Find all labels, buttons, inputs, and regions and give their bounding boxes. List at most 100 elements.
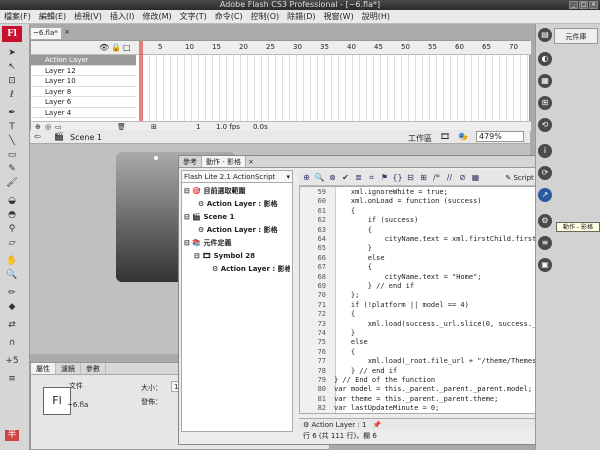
version-select[interactable]: Flash Lite 2.1 ActionScript ▾	[182, 171, 292, 183]
tab-parameters[interactable]: 參數	[81, 363, 106, 374]
color-icon[interactable]: ◐	[538, 52, 552, 66]
subselection-tool-icon[interactable]: ↖	[5, 62, 19, 73]
components-icon[interactable]: ⚙	[538, 214, 552, 228]
library-icon[interactable]: ▤	[538, 28, 552, 42]
align-icon[interactable]: ⊞	[538, 96, 552, 110]
frame-grid[interactable]	[136, 55, 529, 121]
menu-text[interactable]: 文字(T)	[176, 10, 211, 24]
edit-symbol-icon[interactable]: 🎭	[458, 132, 468, 141]
layer-row[interactable]: Layer 10	[31, 76, 136, 87]
pen-tool-icon[interactable]: ✒	[5, 108, 19, 119]
tree-item[interactable]: ⊟ 🎯 目前選取範圍	[182, 185, 290, 198]
menu-control[interactable]: 控制(O)	[247, 10, 284, 24]
tab-filters[interactable]: 濾鏡	[56, 363, 81, 374]
zoom-tool-icon[interactable]: 🔍	[5, 270, 19, 281]
history-icon[interactable]: ⟳	[538, 166, 552, 180]
minimize-button[interactable]: _	[569, 1, 578, 9]
swatches-icon[interactable]: ▦	[538, 74, 552, 88]
info-icon[interactable]: i	[538, 144, 552, 158]
script-tab[interactable]: Action Layer : 1	[312, 421, 367, 429]
document-tab[interactable]: ~6.fla*	[30, 27, 62, 39]
layer-row[interactable]: Layer 8	[31, 86, 136, 97]
close-button[interactable]: ×	[589, 1, 598, 9]
check-syntax-icon[interactable]: ✔	[340, 172, 351, 183]
pin-icon[interactable]: 📌	[373, 421, 382, 429]
tree-item[interactable]: ⊟ 🎬 Scene 1	[182, 211, 290, 224]
tab-reference[interactable]: 參考	[179, 156, 202, 167]
remove-comment-icon[interactable]: ⊘	[457, 172, 468, 183]
menu-help[interactable]: 說明(H)	[358, 10, 394, 24]
tree-item[interactable]: ⊟ 🎞 Symbol 28	[182, 250, 290, 263]
zoom-select[interactable]: 479%	[476, 131, 524, 142]
tab-properties[interactable]: 屬性	[31, 363, 56, 374]
smooth-icon[interactable]: +5	[5, 356, 19, 367]
edit-scene-icon[interactable]: 🎞	[440, 132, 450, 141]
menu-debug[interactable]: 除錯(D)	[283, 10, 319, 24]
close-tab-icon[interactable]: ×	[246, 156, 254, 167]
output-icon[interactable]: ▣	[538, 258, 552, 272]
code-hint-icon[interactable]: ⌗	[366, 172, 377, 183]
snap-to-objects-icon[interactable]: ∩	[5, 338, 19, 349]
maximize-button[interactable]: □	[579, 1, 588, 9]
selection-tool-icon[interactable]: ➤	[5, 48, 19, 59]
right-dock: 元件庫 ▤ ◐ ▦ ⊞ ⟲ i ⟳ ↗ ⚙ ≡ ▣	[535, 24, 600, 450]
brush-tool-icon[interactable]: 🖌	[5, 178, 19, 189]
behaviors-icon[interactable]: ≡	[538, 236, 552, 250]
layer-row[interactable]: Layer 6	[31, 97, 136, 108]
text-tool-icon[interactable]: T	[5, 122, 19, 133]
lasso-tool-icon[interactable]: ℓ	[5, 90, 19, 101]
apply-line-comment-icon[interactable]: //	[444, 172, 455, 183]
script-navigator: Flash Lite 2.1 ActionScript ▾ ⊟ 🎯 目前選取範圍 …	[181, 170, 293, 432]
show-hide-toolbox-icon[interactable]: ▦	[470, 172, 481, 183]
layer-row[interactable]: Layer 4	[31, 107, 136, 118]
outline-icon[interactable]: □	[123, 43, 131, 52]
layer-row[interactable]: Layer 12	[31, 65, 136, 76]
workspace-menu[interactable]: 工作區	[408, 133, 432, 144]
paint-bucket-tool-icon[interactable]: ◓	[5, 210, 19, 221]
tree-item[interactable]: ⊟ 📚 元件定義	[182, 237, 290, 250]
free-transform-tool-icon[interactable]: ⊡	[5, 76, 19, 87]
library-panel-button[interactable]: 元件庫	[554, 28, 598, 44]
menu-window[interactable]: 視窗(W)	[320, 10, 358, 24]
collapse-between-braces-icon[interactable]: {}	[392, 172, 403, 183]
input-method-icon[interactable]: 半	[5, 430, 19, 441]
chevron-down-icon: ▾	[286, 173, 290, 181]
actions-icon[interactable]: ↗	[538, 188, 552, 202]
eyedropper-tool-icon[interactable]: ⚲	[5, 224, 19, 235]
expand-all-icon[interactable]: ⊞	[418, 172, 429, 183]
eye-icon[interactable]: 👁	[99, 43, 109, 52]
line-tool-icon[interactable]: ╲	[5, 136, 19, 147]
apply-block-comment-icon[interactable]: /*	[431, 172, 442, 183]
add-statement-icon[interactable]: ⊕	[301, 172, 312, 183]
auto-format-icon[interactable]: ≣	[353, 172, 364, 183]
tree-item[interactable]: ⚙ Action Layer : 影格	[182, 198, 290, 211]
pencil-tool-icon[interactable]: ✎	[5, 164, 19, 175]
fill-color-icon[interactable]: ◆	[5, 302, 19, 313]
tree-item[interactable]: ⚙ Action Layer : 影格	[182, 224, 290, 237]
collapse-selection-icon[interactable]: ⊟	[405, 172, 416, 183]
tree-item[interactable]: ⚙ Action Layer : 影格	[182, 263, 290, 276]
tab-actions-frame[interactable]: 動作 - 影格	[202, 156, 246, 167]
menu-file[interactable]: 檔案(F)	[0, 10, 35, 24]
eraser-tool-icon[interactable]: ▱	[5, 238, 19, 249]
rectangle-tool-icon[interactable]: ▭	[5, 150, 19, 161]
lock-icon[interactable]: 🔒	[111, 43, 121, 52]
close-document-icon[interactable]: ×	[64, 28, 74, 38]
transform-icon[interactable]: ⟲	[538, 118, 552, 132]
menu-edit[interactable]: 編輯(E)	[35, 10, 70, 24]
playhead[interactable]	[139, 41, 143, 121]
layer-row[interactable]: Action Layer	[31, 55, 136, 66]
stroke-color-icon[interactable]: ✏	[5, 288, 19, 299]
menu-view[interactable]: 檢視(V)	[70, 10, 106, 24]
swap-colors-icon[interactable]: ⇄	[5, 320, 19, 331]
debug-options-icon[interactable]: ⚑	[379, 172, 390, 183]
straighten-icon[interactable]: ≡	[5, 374, 19, 385]
ink-bottle-tool-icon[interactable]: ◒	[5, 196, 19, 207]
back-icon[interactable]: ⇦	[34, 132, 41, 141]
menu-commands[interactable]: 命令(C)	[211, 10, 247, 24]
hand-tool-icon[interactable]: ✋	[5, 256, 19, 267]
find-icon[interactable]: 🔍	[314, 172, 325, 183]
menu-insert[interactable]: 插入(I)	[106, 10, 139, 24]
insert-target-path-icon[interactable]: ⊗	[327, 172, 338, 183]
menu-modify[interactable]: 修改(M)	[138, 10, 175, 24]
